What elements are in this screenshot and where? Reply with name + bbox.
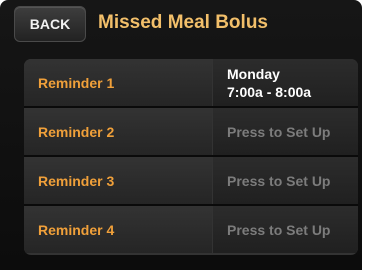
reminder-row-3[interactable]: Reminder 3 Press to Set Up [24, 157, 358, 204]
reminder-label: Reminder 4 [24, 206, 212, 253]
reminder-row-1[interactable]: Reminder 1 Monday 7:00a - 8:00a [24, 59, 358, 106]
device-screen: BACK Missed Meal Bolus Reminder 1 Monday… [0, 0, 362, 270]
reminder-label: Reminder 2 [24, 108, 212, 155]
reminder-row-2[interactable]: Reminder 2 Press to Set Up [24, 108, 358, 155]
reminder-day: Monday [227, 65, 280, 82]
reminder-label: Reminder 3 [24, 157, 212, 204]
reminder-setup-prompt: Press to Set Up [213, 157, 358, 204]
reminder-list: Reminder 1 Monday 7:00a - 8:00a Reminder… [24, 59, 358, 255]
reminder-time: 7:00a - 8:00a [227, 83, 312, 100]
header: BACK Missed Meal Bolus [0, 0, 362, 47]
reminder-schedule: Monday 7:00a - 8:00a [213, 59, 358, 106]
page-title: Missed Meal Bolus [98, 12, 268, 33]
reminder-label: Reminder 1 [24, 59, 212, 106]
reminder-setup-prompt: Press to Set Up [213, 206, 358, 253]
reminder-setup-prompt: Press to Set Up [213, 108, 358, 155]
reminder-row-4[interactable]: Reminder 4 Press to Set Up [24, 206, 358, 253]
back-button[interactable]: BACK [14, 6, 86, 42]
